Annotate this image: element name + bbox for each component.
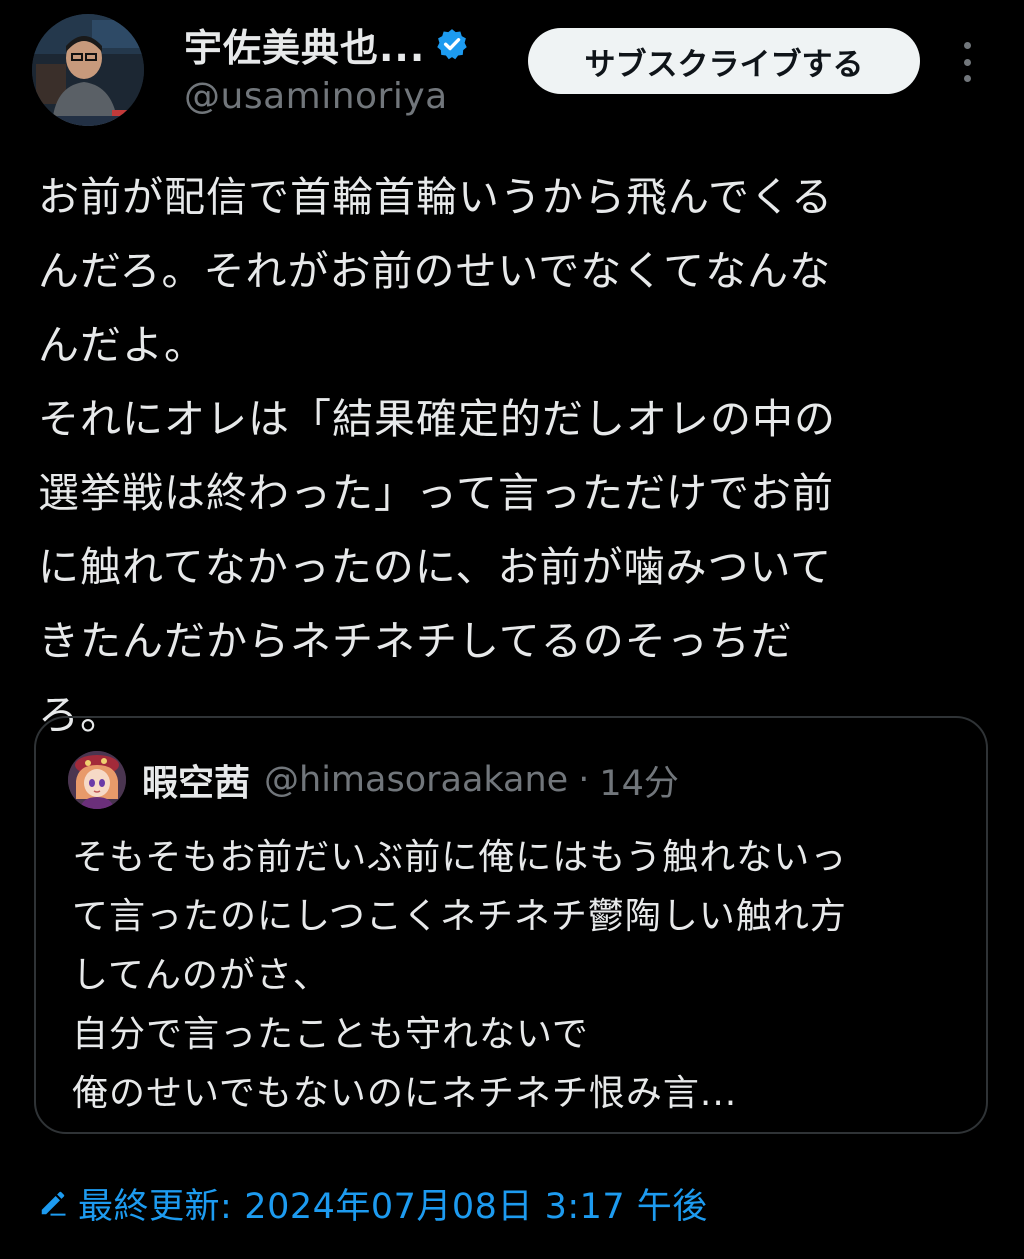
quoted-author-handle[interactable]: @himasoraakane	[264, 760, 568, 800]
more-options-button[interactable]	[950, 40, 984, 84]
tweet-text-line: んだよ。	[38, 321, 206, 369]
author-handle[interactable]: @usaminoriya	[184, 76, 469, 117]
last-edited-date: 2024年07月08日 3:17 午後	[244, 1186, 708, 1227]
quoted-tweet-time[interactable]: 14分	[599, 755, 679, 806]
tweet-text-line: 選挙戦は終わった」って言っただけでお前	[38, 469, 834, 517]
tweet-text-line: お前が配信で首輪首輪いうから飛んでくる	[38, 173, 834, 221]
subscribe-button[interactable]: サブスクライブする	[528, 28, 920, 94]
pencil-icon	[41, 1191, 66, 1216]
quoted-tweet-body: そもそもお前だいぶ前に俺にはもう触れないっ て言ったのにしつこくネチネチ鬱陶しい…	[72, 828, 972, 1123]
quoted-text-line: て言ったのにしつこくネチネチ鬱陶しい触れ方	[72, 896, 847, 937]
verified-badge-icon	[437, 29, 468, 60]
quoted-tweet-card[interactable]: 暇空茜 @himasoraakane · 14分 そもそもお前だいぶ前に俺にはも…	[34, 716, 988, 1134]
quoted-text-line: そもそもお前だいぶ前に俺にはもう触れないっ	[72, 837, 848, 878]
author-avatar[interactable]	[32, 14, 144, 126]
tweet-text-line: きたんだからネチネチしてるのそっちだ	[38, 617, 793, 665]
quoted-text-line: 自分で言ったことも守れないで	[72, 1014, 589, 1055]
tweet-body: お前が配信で首輪首輪いうから飛んでくる んだろ。それがお前のせいでなくてなんな …	[38, 160, 998, 752]
author-display-name[interactable]: 宇佐美典也...	[184, 17, 425, 72]
tweet-text-line: んだろ。それがお前のせいでなくてなんな	[38, 247, 832, 295]
quoted-text-line: 俺のせいでもないのにネチネチ恨み言...	[72, 1073, 738, 1114]
more-vertical-icon	[963, 42, 971, 49]
quoted-tweet-header: 暇空茜 @himasoraakane · 14分	[68, 750, 679, 810]
tweet-text-line: に触れてなかったのに、お前が噛みついて	[38, 543, 833, 591]
author-info: 宇佐美典也... @usaminoriya	[184, 18, 469, 117]
quoted-author-name[interactable]: 暇空茜	[142, 754, 250, 806]
last-edited-link[interactable]: 最終更新: 2024年07月08日 3:17 午後	[38, 1176, 708, 1230]
quoted-text-line: してんのがさ、	[72, 955, 330, 996]
user-photo-avatar-icon	[32, 14, 144, 126]
last-edited-label: 最終更新:	[78, 1186, 233, 1227]
separator-dot: ·	[578, 760, 590, 800]
quoted-author-avatar	[68, 751, 126, 809]
tweet-text-line: それにオレは「結果確定的だしオレの中の	[38, 395, 836, 443]
tweet-header: 宇佐美典也... @usaminoriya サブスクライブする	[0, 0, 1024, 130]
anime-character-avatar-icon	[68, 751, 126, 809]
